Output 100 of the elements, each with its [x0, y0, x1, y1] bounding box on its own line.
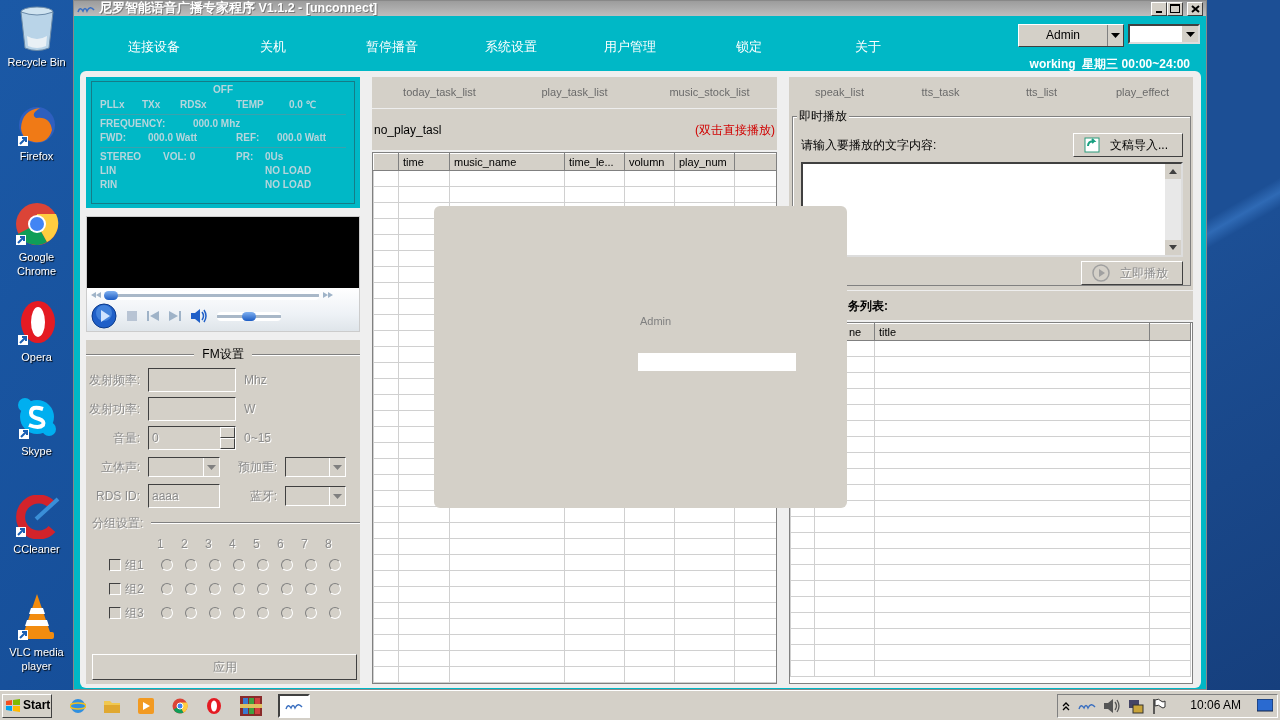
chat-icon[interactable]	[16, 396, 57, 441]
reading-text: FREQUENCY:	[100, 118, 167, 131]
windows-icon	[5, 698, 21, 713]
section-title: FM设置	[202, 347, 244, 362]
ring-icon[interactable]	[206, 697, 222, 714]
field-label: 分组设置:	[92, 515, 144, 530]
channel-number: 2	[181, 536, 189, 551]
tab[interactable]: today_task_list	[372, 86, 507, 100]
menu-item[interactable]: 关机	[213, 38, 332, 56]
slider-thumb[interactable]	[242, 311, 256, 321]
menu-item[interactable]: 用户管理	[570, 38, 689, 56]
menu-item[interactable]: 锁定	[689, 38, 808, 56]
close-button[interactable]	[1187, 1, 1203, 16]
volume-slider[interactable]	[217, 311, 281, 321]
menu-item[interactable]: 关于	[808, 38, 927, 56]
play-button[interactable]	[91, 303, 117, 330]
icon-label[interactable]: CCleaner	[2, 542, 71, 556]
chevron-icon[interactable]	[1062, 700, 1071, 711]
maximize-button[interactable]	[1167, 1, 1183, 16]
flag-icon[interactable]	[1152, 697, 1167, 714]
reading-text: FWD:	[100, 132, 128, 145]
reading-text: TXx	[142, 99, 162, 112]
seek-bar[interactable]	[105, 290, 319, 300]
reading-text: NO LOAD	[265, 179, 312, 192]
scroll-up-icon[interactable]	[1165, 164, 1181, 180]
group-title: 即时播放	[797, 109, 849, 124]
range-text: 0~15	[244, 431, 272, 446]
field-label: 蓝牙:	[248, 489, 278, 504]
speaker-icon[interactable]	[1104, 698, 1121, 713]
reading-text: PR:	[236, 151, 255, 164]
unit-text: W	[244, 402, 256, 417]
icon-label[interactable]: Recycle Bin	[2, 56, 71, 70]
caret-icon	[1185, 31, 1195, 37]
reading-text: 000.0 Watt	[277, 132, 327, 145]
menu-item[interactable]: 暂停播音	[332, 38, 451, 56]
scroll-down-icon[interactable]	[1165, 240, 1181, 256]
channel-number: 7	[301, 536, 309, 551]
start-button[interactable]: Start	[2, 693, 52, 718]
field-label: 预加重:	[236, 460, 278, 475]
slider-thumb[interactable]	[104, 290, 119, 300]
icon-label[interactable]: Opera	[2, 351, 71, 365]
text-area[interactable]	[801, 162, 1183, 258]
reading-text: TEMP	[236, 99, 265, 112]
tab[interactable]: play_task_list	[507, 86, 642, 100]
channel-number: 6	[277, 536, 285, 551]
task-label: no_play_tasl	[374, 122, 442, 138]
field-label: RDS ID:	[95, 489, 141, 504]
channel-number: 1	[157, 536, 165, 551]
user-label: Admin	[640, 315, 672, 329]
channel-number: 4	[229, 536, 237, 551]
field-label: 发射频率:	[87, 373, 141, 388]
reading-text: LIN	[100, 165, 118, 178]
cleaner-icon[interactable]	[13, 494, 60, 539]
field-label: 发射功率:	[87, 402, 141, 417]
minimize-icon	[1156, 10, 1162, 13]
icon-label[interactable]: VLC media player	[2, 646, 71, 673]
browser-icon[interactable]	[172, 697, 188, 714]
icon-label[interactable]: Firefox	[2, 149, 71, 163]
caret-icon	[207, 464, 216, 470]
reading-text: 000.0 Mhz	[193, 118, 241, 131]
icon-label[interactable]: Google Chrome	[2, 251, 71, 278]
channel-number: 8	[325, 536, 333, 551]
play-icon	[1092, 264, 1110, 283]
tab[interactable]: play_effect	[1092, 86, 1193, 100]
state-text: OFF	[212, 84, 234, 97]
reading-text: PLLx	[100, 99, 126, 112]
caret-icon	[333, 493, 342, 499]
clock-text[interactable]: 10:06 AM	[1190, 698, 1241, 713]
minimize-button[interactable]	[1151, 1, 1167, 16]
input-field[interactable]	[638, 353, 796, 371]
dropdown[interactable]	[1128, 24, 1200, 44]
tab[interactable]: tts_task	[890, 86, 991, 100]
menu-item[interactable]: 连接设备	[94, 38, 213, 56]
reading-text: REF:	[236, 132, 261, 145]
media-icon[interactable]	[138, 697, 154, 714]
reading-text: RIN	[100, 179, 119, 192]
channel-number: 3	[205, 536, 213, 551]
menu-item[interactable]: 系统设置	[451, 38, 570, 56]
reading-text: 0Us	[265, 151, 284, 164]
tab[interactable]: music_stock_list	[642, 86, 777, 100]
import-button[interactable]: 文稿导入...	[1073, 133, 1183, 158]
reading-text: 0.0 ℃	[289, 99, 316, 112]
unit-text: Mhz	[244, 373, 267, 388]
network-icon[interactable]	[1128, 697, 1145, 714]
tab[interactable]: speak_list	[789, 86, 890, 100]
reading-text: 000.0 Watt	[148, 132, 199, 145]
icon-label[interactable]: Skype	[2, 444, 71, 459]
window-title: 尼罗智能语音广播专家程序 V1.1.2 - [unconnect]	[99, 1, 378, 16]
show-desktop-icon[interactable]	[1257, 698, 1273, 713]
bin-icon[interactable]	[17, 6, 56, 52]
speaker-icon[interactable]	[191, 309, 207, 324]
taskbar-button[interactable]	[278, 693, 310, 718]
caret-icon	[1111, 33, 1120, 38]
archive-icon[interactable]	[240, 695, 262, 716]
tab[interactable]: tts_list	[991, 86, 1092, 100]
column-header[interactable]: title	[879, 325, 897, 338]
ring-icon[interactable]	[15, 299, 58, 348]
user-dropdown[interactable]: Admin	[1018, 24, 1124, 47]
reading-text: VOL: 0	[163, 151, 197, 164]
browser-icon[interactable]	[13, 201, 60, 248]
